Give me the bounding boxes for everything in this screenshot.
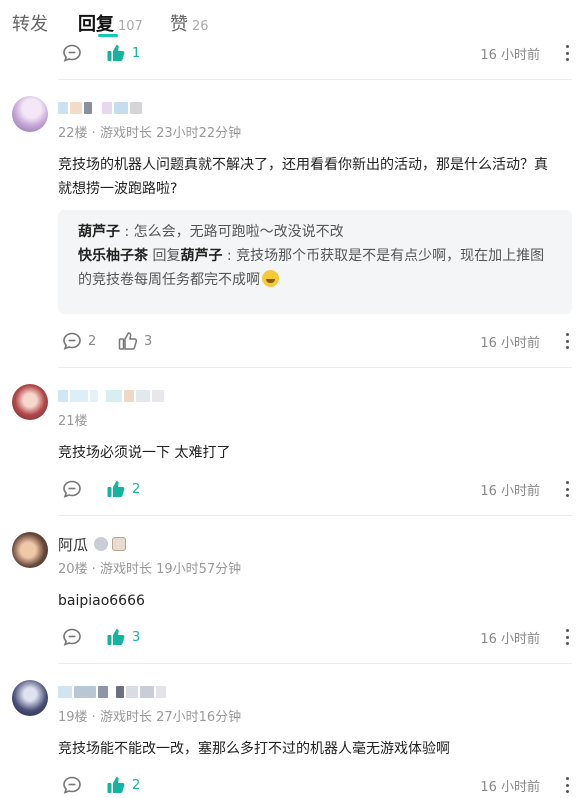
tab-likes[interactable]: 赞 26 xyxy=(170,10,209,36)
post-time: 16 小时前 xyxy=(480,336,540,351)
comment-bubble-icon xyxy=(63,776,81,794)
divider xyxy=(58,367,572,368)
comment-bubble-icon xyxy=(63,628,81,646)
username-row[interactable]: 阿瓜 xyxy=(58,534,130,554)
reply-author[interactable]: 葫芦子 xyxy=(78,224,120,240)
like-count: 2 xyxy=(132,481,141,497)
active-tab-indicator xyxy=(98,34,118,37)
post-time: 16 小时前 xyxy=(480,780,540,795)
comment-button[interactable] xyxy=(62,774,82,796)
reply-target[interactable]: 葫芦子 xyxy=(180,248,222,264)
comment-actions: 2 3 16 小时前 xyxy=(0,330,582,352)
comment-actions: 2 16 小时前 xyxy=(0,478,582,500)
tab-repost-label: 转发 xyxy=(12,14,48,35)
tab-repost[interactable]: 转发 xyxy=(12,10,48,36)
thumbs-up-icon xyxy=(107,481,125,497)
tab-replies-count: 107 xyxy=(118,19,143,34)
thumbs-up-icon xyxy=(107,629,125,645)
like-button[interactable]: 3 xyxy=(106,626,140,648)
comment-button[interactable]: 2 xyxy=(62,330,96,352)
divider xyxy=(58,515,572,516)
comment-actions: 1 16 小时前 xyxy=(0,42,582,64)
comment-actions: 2 16 小时前 xyxy=(0,774,582,796)
more-vertical-icon[interactable] xyxy=(566,333,570,349)
comment-text: 竞技场的机器人问题真就不解决了，还用看看你新出的活动，那是什么活动？真就想捞一波… xyxy=(58,157,548,197)
comment-meta: 22楼 · 游戏时长 23小时22分钟 xyxy=(58,126,242,141)
comment-text: baipiao6666 xyxy=(58,593,145,609)
reply-item: 快乐柚子茶 回复葫芦子 : 竞技场那个币获取是不是有点少啊，现在加上推图的竞技卷… xyxy=(78,248,545,288)
comment-meta: 21楼 xyxy=(58,414,88,429)
avatar[interactable] xyxy=(12,96,48,132)
reply-text: 怎么会，无路可跑啦～改没说不改 xyxy=(133,224,344,240)
like-count: 1 xyxy=(132,45,141,61)
comment-button[interactable] xyxy=(62,626,82,648)
more-vertical-icon[interactable] xyxy=(566,481,570,497)
like-button[interactable]: 1 xyxy=(106,42,140,64)
tab-likes-label: 赞 xyxy=(170,14,188,35)
tab-replies-label: 回复 xyxy=(78,14,114,35)
thumbs-up-icon xyxy=(107,45,125,61)
avatar[interactable] xyxy=(12,680,48,716)
thumbs-up-icon xyxy=(118,332,138,350)
reply-author[interactable]: 快乐柚子茶 xyxy=(78,248,148,264)
like-count: 2 xyxy=(132,777,141,793)
more-vertical-icon[interactable] xyxy=(566,45,570,61)
reply-item: 葫芦子 : 怎么会，无路可跑啦～改没说不改 xyxy=(78,224,344,240)
level-badge-icon xyxy=(94,537,109,551)
like-button[interactable]: 3 xyxy=(118,330,152,352)
username-row[interactable] xyxy=(58,682,174,702)
like-button[interactable]: 2 xyxy=(106,478,140,500)
username: 阿瓜 xyxy=(58,535,89,554)
avatar[interactable] xyxy=(12,532,48,568)
post-time: 16 小时前 xyxy=(480,632,540,647)
thumbs-up-icon xyxy=(107,777,125,793)
comment-text: 竞技场必须说一下 太难打了 xyxy=(58,445,231,461)
post-time: 16 小时前 xyxy=(480,484,540,499)
tab-bar: 转发 回复 107 赞 26 xyxy=(0,0,582,44)
like-count: 3 xyxy=(132,629,141,645)
more-vertical-icon[interactable] xyxy=(566,777,570,793)
comment-bubble-icon xyxy=(63,480,81,498)
tab-replies[interactable]: 回复 107 xyxy=(78,10,143,36)
comment-actions: 3 16 小时前 xyxy=(0,626,582,648)
divider xyxy=(58,79,572,80)
like-button[interactable]: 2 xyxy=(106,774,140,796)
comment-meta: 19楼 · 游戏时长 27小时16分钟 xyxy=(58,710,242,725)
avatar[interactable] xyxy=(12,384,48,420)
comment-text: 竞技场能不能改一改，塞那么多打不过的机器人毫无游戏体验啊 xyxy=(58,741,450,757)
comment-bubble-icon xyxy=(63,332,81,350)
divider xyxy=(58,663,572,664)
reply-preview-box[interactable]: 葫芦子 : 怎么会，无路可跑啦～改没说不改 快乐柚子茶 回复葫芦子 : 竞技场那… xyxy=(58,210,572,314)
comment-meta: 20楼 · 游戏时长 19小时57分钟 xyxy=(58,562,242,577)
comment-bubble-icon xyxy=(63,44,81,62)
comment-button[interactable] xyxy=(62,478,82,500)
tab-likes-count: 26 xyxy=(192,19,209,34)
dice-badge-icon xyxy=(112,537,127,551)
more-vertical-icon[interactable] xyxy=(566,629,570,645)
comment-button[interactable] xyxy=(62,42,82,64)
post-time: 16 小时前 xyxy=(480,48,540,63)
comment-count: 2 xyxy=(88,333,97,349)
laughing-emoji-icon xyxy=(262,270,279,287)
like-count: 3 xyxy=(144,333,153,349)
username-row[interactable] xyxy=(58,386,172,406)
username-row[interactable] xyxy=(58,98,150,118)
